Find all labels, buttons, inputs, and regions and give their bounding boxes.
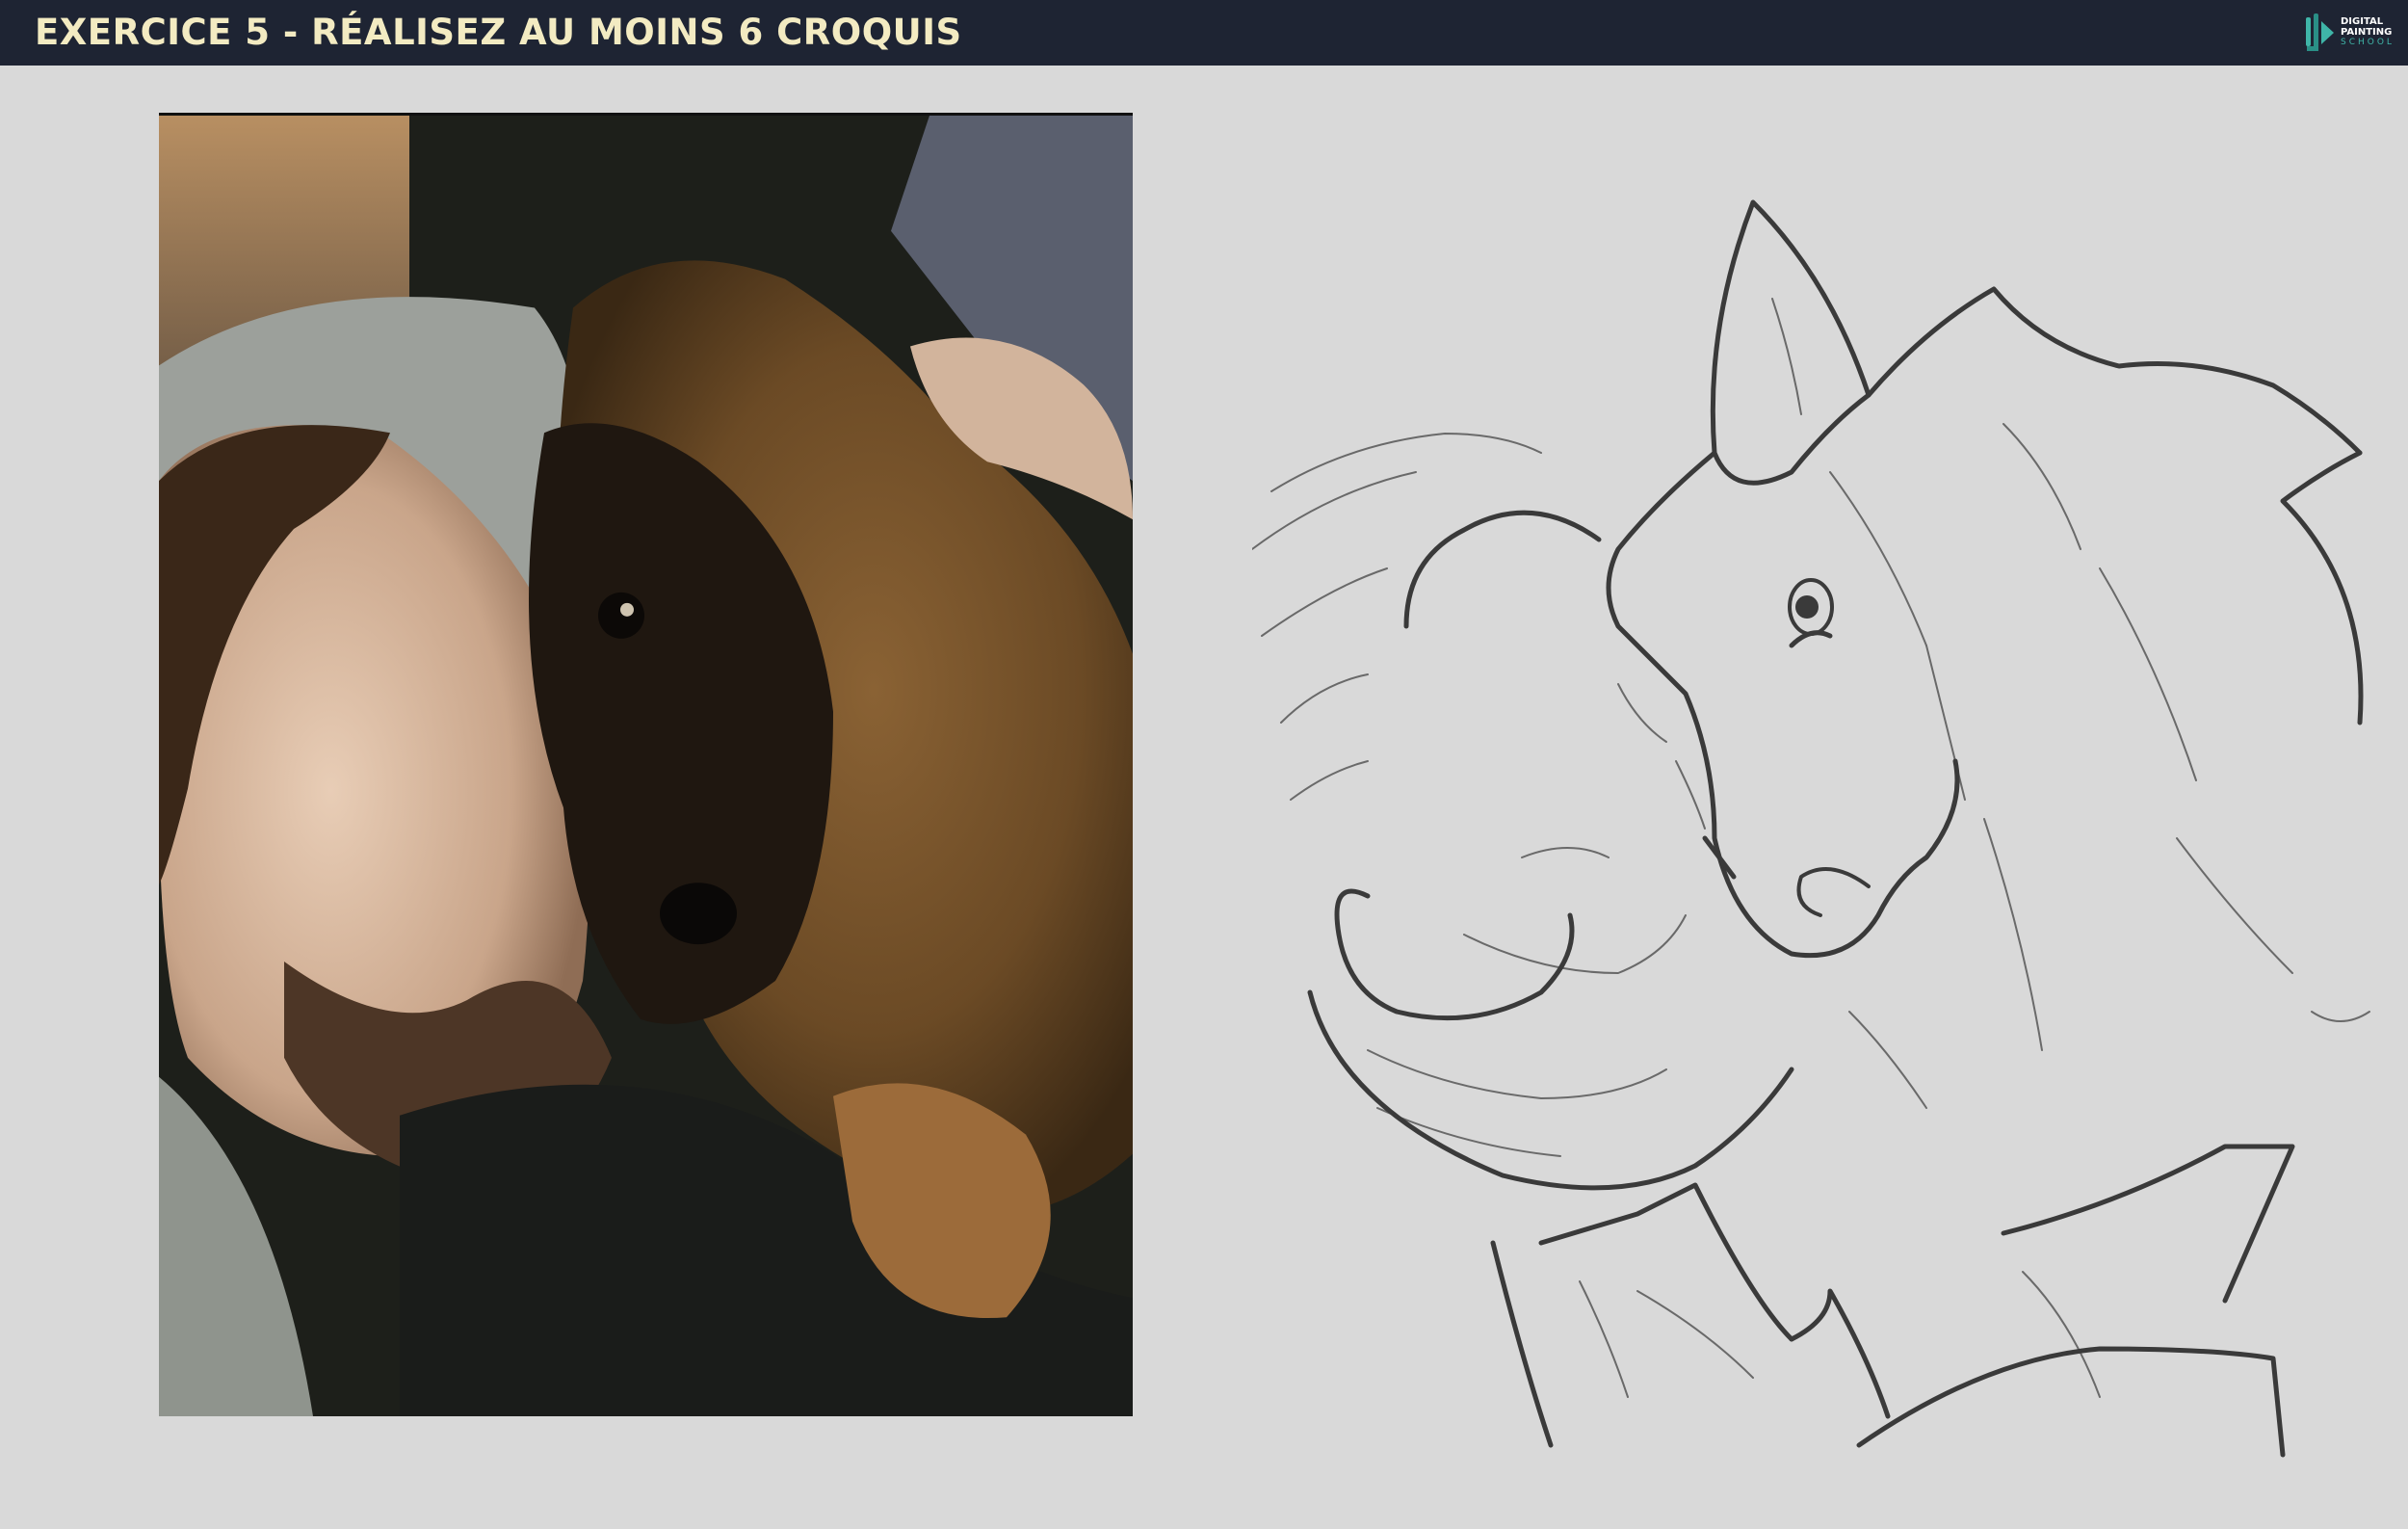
reference-photo-image	[159, 116, 1133, 1416]
page-title: EXERCICE 5 - RÉALISEZ AU MOINS 6 CROQUIS	[35, 12, 962, 53]
reference-photo	[159, 113, 1133, 1416]
logo-wordmark: DIGITAL PAINTING SCHOOL	[2341, 16, 2395, 47]
sketch-drawing	[1252, 183, 2389, 1474]
line-sketch-image	[1252, 199, 2370, 1458]
header-bar: EXERCICE 5 - RÉALISEZ AU MOINS 6 CROQUIS…	[0, 0, 2408, 66]
brush-logo-icon	[2306, 13, 2334, 51]
school-logo: DIGITAL PAINTING SCHOOL	[2302, 12, 2398, 54]
